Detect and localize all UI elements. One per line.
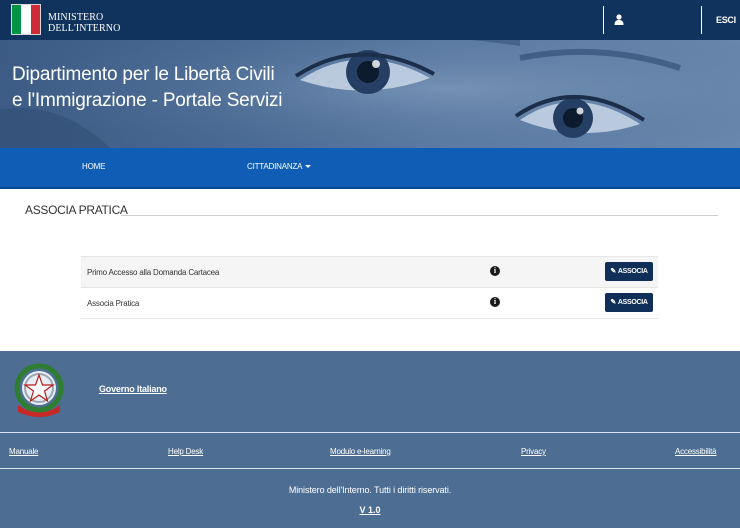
nav-home[interactable]: HOME [82, 162, 105, 171]
section-title: ASSOCIA PRATICA [25, 203, 128, 217]
copyright-text: Ministero dell'Interno. Tutti i diritti … [288, 485, 452, 495]
ministry-name: MINISTERO DELL'INTERNO [48, 12, 120, 34]
pencil-icon: ✎ [610, 299, 616, 306]
list-item-label: Primo Accesso alla Domanda Cartacea [87, 268, 220, 277]
italian-republic-emblem [14, 363, 64, 417]
associa-button-label: ASSOCIA [617, 299, 648, 306]
portal-title-line2: e l'Immigrazione - Portale Servizi [12, 90, 283, 111]
user-icon[interactable] [614, 14, 624, 25]
footer-link-help-desk[interactable]: Help Desk [168, 447, 203, 456]
footer: Governo Italiano Manuale Help Desk Modul… [0, 351, 740, 528]
footer-divider [0, 468, 740, 469]
list-item: Associa Pratica i ✎ ASSOCIA [81, 288, 658, 319]
pratica-list: Primo Accesso alla Domanda Cartacea i ✎ A… [81, 256, 658, 319]
associa-button-label: ASSOCIA [617, 268, 648, 275]
page: MINISTERO DELL'INTERNO ESCI Dipartimento… [0, 0, 740, 528]
list-item-label: Associa Pratica [87, 299, 140, 308]
footer-divider [0, 432, 740, 433]
italian-flag-logo [11, 4, 41, 35]
info-icon[interactable]: i [490, 297, 500, 307]
hero-banner: Dipartimento per le Libertà Civili e l'I… [0, 40, 740, 148]
nav-cittadinanza[interactable]: CITTADINANZA [247, 162, 312, 171]
footer-link-manuale[interactable]: Manuale [9, 447, 38, 456]
logout-button[interactable]: ESCI [716, 15, 736, 25]
top-bar: MINISTERO DELL'INTERNO ESCI [0, 0, 740, 40]
ministry-line2: DELL'INTERNO [48, 23, 121, 34]
info-icon[interactable]: i [490, 266, 500, 276]
footer-link-modulo-elearning[interactable]: Modulo e-learning [330, 447, 391, 456]
portal-title: Dipartimento per le Libertà Civili e l'I… [12, 62, 312, 114]
associa-button[interactable]: ✎ ASSOCIA [605, 262, 653, 281]
user-menu[interactable] [603, 6, 702, 34]
governo-italiano-link[interactable]: Governo Italiano [99, 384, 167, 394]
caret-down-icon [305, 165, 312, 169]
list-item: Primo Accesso alla Domanda Cartacea i ✎ A… [81, 257, 658, 288]
main-navigation: HOME CITTADINANZA [0, 148, 740, 189]
portal-title-line1: Dipartimento per le Libertà Civili [12, 64, 275, 85]
footer-link-privacy[interactable]: Privacy [521, 447, 546, 456]
nav-cittadinanza-label: CITTADINANZA [247, 162, 303, 171]
associa-button[interactable]: ✎ ASSOCIA [605, 293, 653, 312]
version-link[interactable]: V 1.0 [0, 505, 740, 515]
ministry-line1: MINISTERO [48, 12, 104, 23]
title-divider [121, 215, 718, 216]
footer-link-accessibilita[interactable]: Accessibilità [675, 447, 717, 456]
pencil-icon: ✎ [610, 268, 616, 275]
